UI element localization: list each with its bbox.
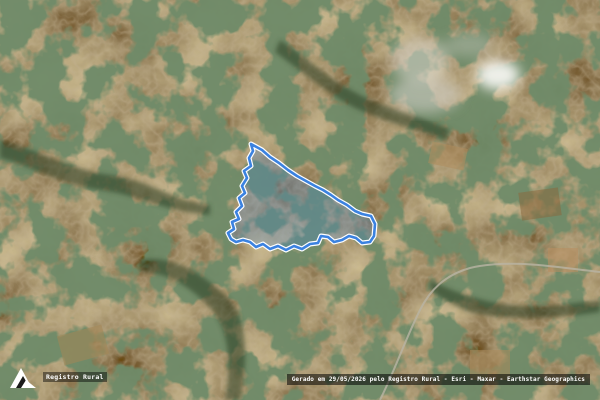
satellite-basemap (0, 0, 600, 400)
map-view[interactable]: Registro Rural Gerado em 29/05/2026 pelo… (0, 0, 600, 400)
brand: Registro Rural (8, 364, 107, 390)
map-attribution: Gerado em 29/05/2026 pelo Registro Rural… (286, 374, 590, 385)
brand-name: Registro Rural (43, 372, 107, 382)
registro-rural-logo-icon (10, 368, 36, 388)
